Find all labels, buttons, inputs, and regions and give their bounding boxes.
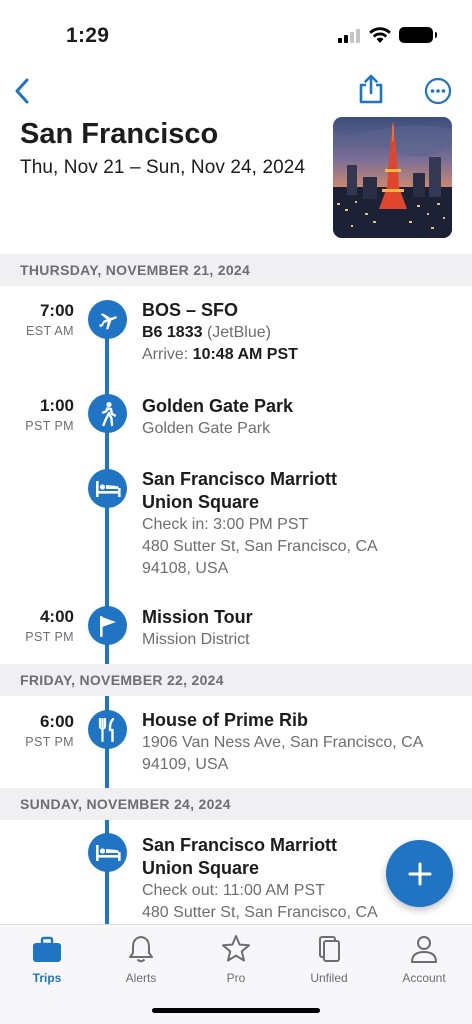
tab-unfiled[interactable]: Unfiled	[289, 933, 369, 985]
restaurant-item[interactable]: House of Prime Rib 1906 Van Ness Ave, Sa…	[142, 709, 462, 776]
walking-person-icon	[101, 401, 116, 426]
arrive-value: 10:48 AM PST	[192, 346, 298, 363]
address-line1: 1906 Van Ness Ave, San Francisco, CA	[142, 734, 424, 751]
item-title: Golden Gate Park	[142, 396, 294, 416]
day-header: SUNDAY, NOVEMBER 24, 2024	[0, 788, 472, 820]
arrival-time: Arrive: 10:48 AM PST	[142, 344, 462, 366]
flight-code: B6 1833	[142, 324, 203, 341]
trip-cover-photo[interactable]	[333, 117, 452, 238]
city-skyline-image	[333, 117, 452, 238]
item-title: House of Prime Rib	[142, 710, 309, 730]
fork-knife-icon	[98, 717, 114, 742]
airline: (JetBlue)	[202, 324, 271, 341]
wifi-icon	[369, 27, 391, 43]
lodging-item-icon[interactable]	[88, 469, 127, 508]
time-zone: PST PM	[25, 419, 74, 433]
back-button[interactable]	[6, 74, 38, 108]
time-value: 1:00	[39, 396, 74, 415]
tab-label: Unfiled	[310, 971, 348, 985]
check-in-time: Check in: 3:00 PM PST	[142, 516, 309, 533]
airplane-icon	[98, 312, 117, 330]
suitcase-icon	[33, 936, 61, 962]
trip-title: San Francisco	[20, 118, 219, 150]
person-icon	[411, 936, 437, 963]
itinerary-list[interactable]: THURSDAY, NOVEMBER 21, 2024 7:00 EST AM …	[0, 254, 472, 924]
restaurant-item-icon[interactable]	[88, 710, 127, 749]
flag-icon	[99, 615, 116, 637]
lodging-item-icon[interactable]	[88, 833, 127, 872]
time-zone: EST AM	[25, 324, 74, 338]
battery-icon	[399, 27, 437, 43]
bed-icon	[95, 844, 121, 861]
tab-alerts[interactable]: Alerts	[101, 933, 181, 985]
item-time: 6:00 PST PM	[0, 712, 74, 749]
documents-icon	[319, 936, 340, 962]
flight-item[interactable]: BOS – SFO B6 1833 (JetBlue) Arrive: 10:4…	[142, 299, 462, 366]
item-title: Mission Tour	[142, 607, 253, 627]
item-title-line2: Union Square	[142, 492, 260, 512]
tab-pro[interactable]: Pro	[196, 933, 276, 985]
time-zone: PST PM	[25, 735, 74, 749]
status-bar: 1:29	[0, 0, 472, 64]
tab-label: Account	[402, 971, 446, 985]
item-title-line1: San Francisco Marriott	[142, 469, 338, 489]
time-zone: PST PM	[25, 630, 74, 644]
bed-icon	[95, 480, 121, 497]
address-line2: 94108, USA	[142, 560, 229, 577]
home-indicator[interactable]	[152, 1008, 320, 1013]
item-time: 7:00 EST AM	[0, 301, 74, 338]
trip-dates: Thu, Nov 21 – Sun, Nov 24, 2024	[20, 157, 306, 178]
tour-item[interactable]: Mission Tour Mission District	[142, 606, 462, 651]
item-location: Golden Gate Park	[142, 420, 271, 437]
address-line1: 480 Sutter St, San Francisco, CA	[142, 538, 378, 555]
cellular-signal-icon	[338, 29, 362, 43]
day-header: THURSDAY, NOVEMBER 21, 2024	[0, 254, 472, 286]
tab-account[interactable]: Account	[384, 933, 464, 985]
share-icon	[359, 74, 383, 104]
day-header: FRIDAY, NOVEMBER 22, 2024	[0, 664, 472, 696]
status-time: 1:29	[66, 24, 110, 47]
ellipsis-circle-icon	[424, 77, 452, 105]
item-location: Mission District	[142, 631, 250, 648]
arrive-label: Arrive:	[142, 346, 193, 363]
flight-item-icon[interactable]	[88, 300, 127, 339]
tab-label: Trips	[32, 971, 62, 985]
item-title: BOS – SFO	[142, 300, 239, 320]
share-button[interactable]	[355, 72, 387, 106]
tab-trips[interactable]: Trips	[7, 933, 87, 985]
tab-label: Pro	[226, 971, 246, 985]
tour-item-icon[interactable]	[88, 606, 127, 645]
more-button[interactable]	[422, 74, 454, 108]
time-value: 4:00	[39, 607, 74, 626]
address-line2: 94109, USA	[142, 756, 229, 773]
plus-icon	[408, 862, 431, 885]
star-icon	[222, 935, 250, 962]
time-value: 6:00	[39, 712, 74, 731]
bell-icon	[129, 936, 153, 963]
chevron-left-icon	[15, 78, 29, 104]
activity-item[interactable]: Golden Gate Park Golden Gate Park	[142, 395, 462, 440]
add-item-button[interactable]	[386, 840, 453, 907]
item-time: 4:00 PST PM	[0, 607, 74, 644]
item-time: 1:00 PST PM	[0, 396, 74, 433]
flight-number: B6 1833 (JetBlue)	[142, 322, 462, 344]
lodging-item[interactable]: San Francisco Marriott Union Square Chec…	[142, 468, 462, 580]
tab-label: Alerts	[125, 971, 157, 985]
time-value: 7:00	[39, 301, 74, 320]
activity-item-icon[interactable]	[88, 394, 127, 433]
